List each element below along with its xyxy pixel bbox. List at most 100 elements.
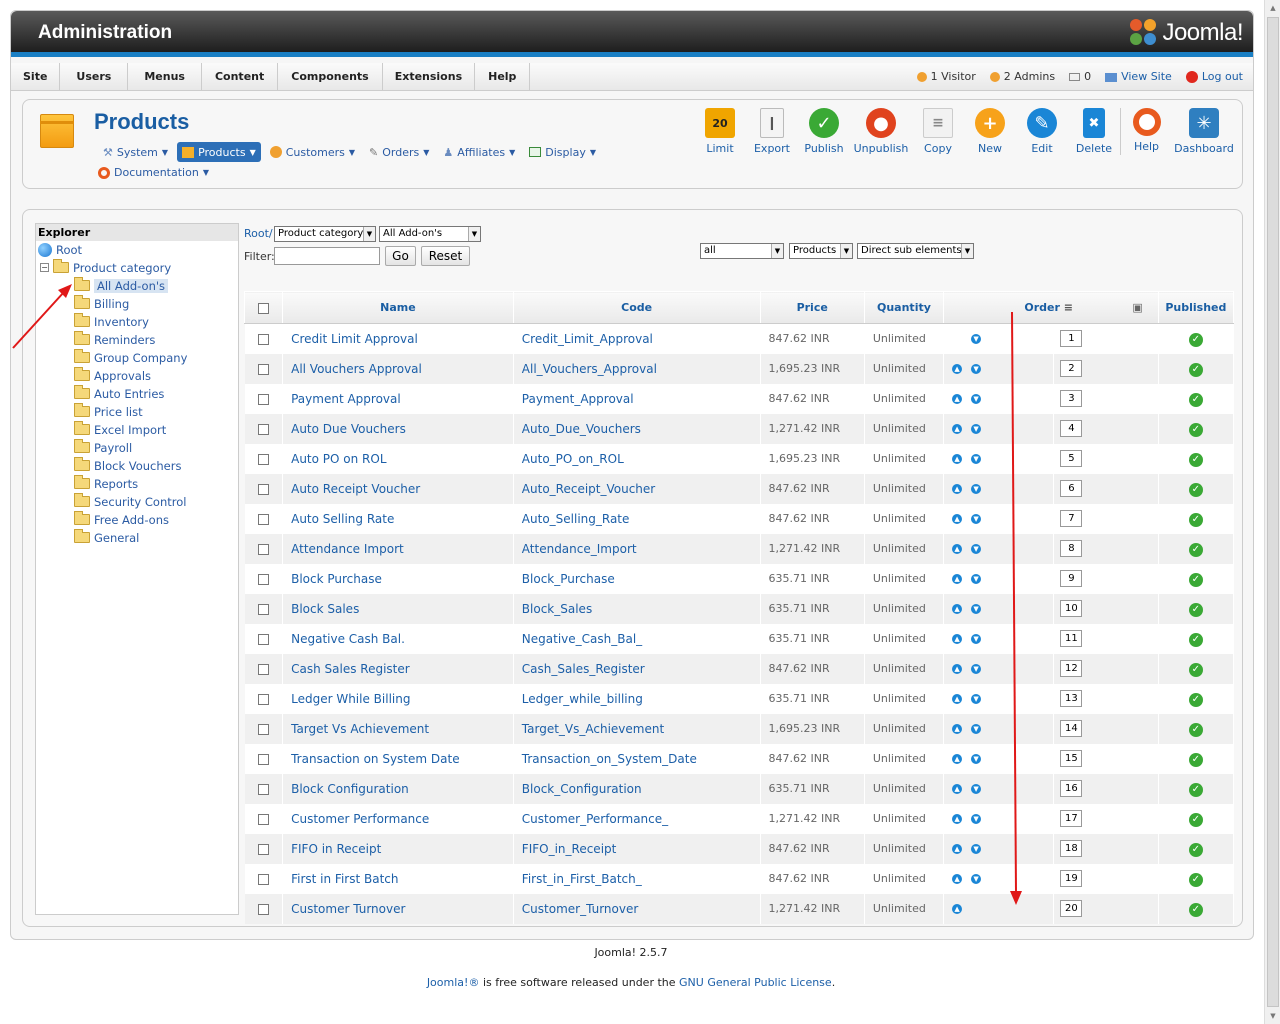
product-code[interactable]: Auto_Selling_Rate (513, 503, 761, 534)
order-input[interactable]: 11 (1060, 630, 1083, 647)
collapse-icon[interactable]: − (40, 263, 49, 272)
row-checkbox[interactable] (257, 663, 269, 675)
move-up-icon[interactable]: ▲ (952, 633, 963, 644)
move-up-icon[interactable]: ▲ (952, 753, 963, 764)
order-input[interactable]: 18 (1060, 840, 1083, 857)
published-check-icon[interactable]: ✓ (1188, 632, 1203, 647)
new-button[interactable]: + New (964, 108, 1016, 155)
published-check-icon[interactable]: ✓ (1188, 542, 1203, 557)
code-column-header[interactable]: Code (512, 291, 761, 324)
row-checkbox[interactable] (257, 813, 269, 825)
move-up-icon[interactable]: ▲ (952, 483, 963, 494)
tree-item-payroll[interactable]: Payroll (74, 439, 132, 456)
tree-item-auto-entries[interactable]: Auto Entries (74, 385, 164, 402)
move-down-icon[interactable]: ▼ (971, 843, 982, 854)
tree-item-group-company[interactable]: Group Company (74, 349, 187, 366)
order-input[interactable]: 16 (1060, 780, 1083, 797)
published-check-icon[interactable]: ✓ (1188, 782, 1203, 797)
published-column-header[interactable]: Published (1157, 291, 1235, 324)
tree-item-approvals[interactable]: Approvals (74, 367, 151, 384)
move-down-icon[interactable]: ▼ (971, 693, 982, 704)
joomla-link[interactable]: Joomla!® (427, 976, 480, 989)
product-name[interactable]: Transaction on System Date (282, 743, 514, 774)
published-check-icon[interactable]: ✓ (1188, 752, 1203, 767)
move-down-icon[interactable]: ▼ (971, 453, 982, 464)
move-up-icon[interactable]: ▲ (952, 813, 963, 824)
published-check-icon[interactable]: ✓ (1188, 512, 1203, 527)
order-input[interactable]: 15 (1060, 750, 1083, 767)
product-code[interactable]: Attendance_Import (513, 533, 761, 564)
table-row[interactable]: Block Configuration Block_Configuration 63… (244, 773, 1235, 804)
product-code[interactable]: Ledger_while_billing (513, 683, 761, 714)
tree-item-block-vouchers[interactable]: Block Vouchers (74, 457, 181, 474)
product-code[interactable]: Negative_Cash_Bal_ (513, 623, 761, 654)
submenu-system[interactable]: ⚒ System ▼ (98, 142, 173, 162)
order-input[interactable]: 10 (1060, 600, 1083, 617)
table-row[interactable]: Block Sales Block_Sales 635.71 INR Unlimite… (244, 593, 1235, 624)
move-down-icon[interactable]: ▼ (971, 543, 982, 554)
subcategory-select[interactable]: All Add-on's ▼ (379, 226, 481, 242)
order-input[interactable]: 1 (1060, 330, 1083, 348)
tree-item-price-list[interactable]: Price list (74, 403, 143, 420)
published-check-icon[interactable]: ✓ (1188, 662, 1203, 677)
product-name[interactable]: Payment Approval (282, 383, 514, 414)
product-name[interactable]: Cash Sales Register (282, 653, 514, 684)
export-button[interactable]: ❙ Export (746, 108, 798, 155)
published-check-icon[interactable]: ✓ (1188, 332, 1203, 347)
order-input[interactable]: 20 (1060, 900, 1083, 917)
move-down-icon[interactable]: ▼ (971, 603, 982, 614)
move-down-icon[interactable]: ▼ (971, 753, 982, 764)
published-check-icon[interactable]: ✓ (1188, 602, 1203, 617)
row-checkbox[interactable] (257, 573, 269, 585)
product-code[interactable]: Auto_PO_on_ROL (513, 443, 761, 474)
published-check-icon[interactable]: ✓ (1188, 572, 1203, 587)
reset-button[interactable]: Reset (421, 246, 470, 266)
product-name[interactable]: Customer Performance (282, 803, 514, 834)
menu-extensions[interactable]: Extensions (383, 63, 476, 91)
tree-item-security-control[interactable]: Security Control (74, 493, 186, 510)
tree-item-general[interactable]: General (74, 529, 139, 546)
product-code[interactable]: FIFO_in_Receipt (513, 833, 761, 864)
table-row[interactable]: Ledger While Billing Ledger_while_billing… (244, 683, 1235, 714)
messages-status[interactable]: 0 (1069, 63, 1091, 91)
move-up-icon[interactable]: ▲ (952, 393, 963, 404)
product-name[interactable]: Block Sales (282, 593, 514, 624)
move-down-icon[interactable]: ▼ (971, 423, 982, 434)
product-code[interactable]: Customer_Performance_ (513, 803, 761, 834)
product-name[interactable]: Auto Selling Rate (282, 503, 514, 534)
row-checkbox[interactable] (257, 693, 269, 705)
order-input[interactable]: 4 (1060, 420, 1083, 437)
copy-button[interactable]: ≡ Copy (912, 108, 964, 155)
product-code[interactable]: First_in_First_Batch_ (513, 863, 761, 894)
table-row[interactable]: Transaction on System Date Transaction_on… (244, 743, 1235, 774)
gpl-link[interactable]: GNU General Public License (679, 976, 832, 989)
menu-content[interactable]: Content (202, 63, 279, 91)
move-down-icon[interactable]: ▼ (971, 513, 982, 524)
product-code[interactable]: Block_Configuration (513, 773, 761, 804)
row-checkbox[interactable] (257, 603, 269, 615)
move-down-icon[interactable]: ▼ (971, 333, 982, 344)
delete-button[interactable]: ✖ Delete (1068, 108, 1120, 155)
move-up-icon[interactable]: ▲ (952, 543, 963, 554)
published-check-icon[interactable]: ✓ (1188, 482, 1203, 497)
move-down-icon[interactable]: ▼ (971, 723, 982, 734)
quantity-column-header[interactable]: Quantity (863, 291, 945, 324)
help-button[interactable]: Help (1120, 108, 1172, 155)
row-checkbox[interactable] (257, 783, 269, 795)
move-up-icon[interactable]: ▲ (952, 363, 963, 374)
move-down-icon[interactable]: ▼ (971, 363, 982, 374)
product-name[interactable]: Customer Turnover (282, 893, 514, 924)
tree-product-category[interactable]: − Product category (40, 259, 171, 276)
move-up-icon[interactable]: ▲ (952, 723, 963, 734)
scrollbar-thumb[interactable] (1267, 17, 1279, 1007)
submenu-customers[interactable]: Customers ▼ (265, 142, 360, 162)
published-check-icon[interactable]: ✓ (1188, 902, 1203, 917)
row-checkbox[interactable] (257, 753, 269, 765)
product-name[interactable]: First in First Batch (282, 863, 514, 894)
table-row[interactable]: Attendance Import Attendance_Import 1,271.… (244, 533, 1235, 564)
table-row[interactable]: Customer Turnover Customer_Turnover 1,271.… (244, 893, 1235, 924)
product-code[interactable]: Target_Vs_Achievement (513, 713, 761, 744)
table-row[interactable]: Negative Cash Bal. Negative_Cash_Bal_ 635.… (244, 623, 1235, 654)
publish-button[interactable]: ✓ Publish (798, 108, 850, 155)
product-code[interactable]: Transaction_on_System_Date (513, 743, 761, 774)
